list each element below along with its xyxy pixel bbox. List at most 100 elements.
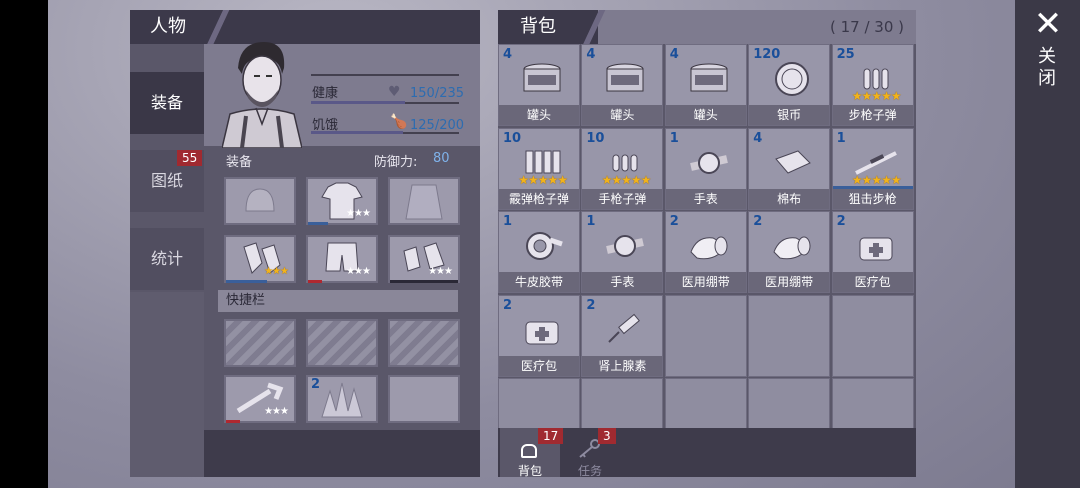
item-quantity: 120 — [753, 47, 781, 62]
item-quantity: 4 — [753, 130, 763, 146]
item-name: 肾上腺素 — [582, 355, 663, 376]
inventory-slot[interactable]: 2 医用绷带 — [664, 211, 747, 293]
watch-icon — [603, 228, 645, 264]
item-name: 罐头 — [665, 105, 746, 125]
coin-icon — [770, 61, 810, 97]
inventory-slot[interactable]: 120 银币 — [748, 44, 831, 126]
rating-stars: ★★★★★ — [851, 172, 902, 187]
health-bar — [311, 101, 405, 104]
item-quantity: 10 — [586, 130, 605, 146]
inventory-slot[interactable]: 2 医疗包 — [498, 294, 580, 377]
item-quantity: 2 — [669, 214, 679, 229]
inventory-slot[interactable]: 4 罐头 — [664, 44, 747, 126]
quickbar-header: 快捷栏 — [218, 290, 458, 312]
stat-separator — [311, 74, 459, 76]
quickbar-slot-empty[interactable] — [388, 375, 460, 423]
item-name: 手表 — [665, 188, 746, 209]
tab-quests-label: 任务 — [577, 464, 602, 478]
rating-stars: ★★★ — [264, 406, 289, 417]
rating-stars: ★★★★★ — [601, 172, 652, 187]
equip-slot-hands[interactable]: ★★★ — [224, 235, 296, 283]
inventory-slot[interactable]: 2 医用绷带 — [748, 211, 831, 293]
backpack-grid: 4 罐头 4 罐头 4 罐头 120 银币 25 ★★★★★ 步枪子弹 10 ★★★★★ 霰弹枪子弹 10 ★… — [498, 44, 916, 460]
medkit-icon — [854, 228, 894, 264]
rating-stars: ★★★★★ — [851, 89, 902, 103]
equipment-label: 装备 — [226, 155, 253, 170]
durability-bar — [390, 280, 458, 283]
item-name: 步枪子弹 — [832, 105, 913, 125]
item-name: 医疗包 — [832, 272, 913, 292]
syringe-icon — [603, 312, 643, 348]
item-name: 银币 — [749, 105, 830, 125]
hunger-value: 125/200 — [410, 118, 465, 133]
item-name: 霰弹枪子弹 — [499, 188, 579, 209]
quickbar-slot-bush[interactable]: 2 — [306, 375, 378, 423]
rating-stars: ★★★★★ — [518, 172, 568, 187]
side-tab-filler — [130, 292, 204, 477]
item-quantity: 4 — [586, 47, 596, 62]
tab-equipment[interactable]: 装备 — [130, 72, 204, 134]
durability-bar — [226, 280, 267, 283]
item-quantity: 2 — [753, 214, 763, 229]
item-quantity: 2 — [503, 297, 513, 313]
rating-stars: ★★★ — [346, 208, 371, 219]
rating-stars: ★★★ — [346, 266, 371, 277]
inventory-slot[interactable]: 2 医疗包 — [831, 211, 914, 293]
item-quantity: 2 — [311, 377, 321, 392]
equip-slot-head[interactable] — [224, 177, 296, 225]
inventory-slot[interactable]: 4 罐头 — [581, 44, 664, 126]
durability-bar — [308, 222, 329, 225]
coat-icon — [405, 184, 443, 220]
bandage-icon — [687, 228, 728, 264]
item-quantity: 2 — [586, 297, 596, 313]
inventory-slot[interactable]: 10 ★★★★★ 手枪子弹 — [581, 127, 664, 210]
medkit-icon — [520, 312, 560, 348]
equip-slot-legs[interactable]: ★★★ — [306, 235, 378, 283]
can-icon — [603, 61, 644, 97]
tab-statistics[interactable]: 统计 — [130, 228, 204, 290]
quickbar-slot-locked — [224, 319, 296, 367]
durability-bar — [308, 280, 322, 283]
item-quantity: 2 — [836, 214, 846, 229]
equip-slot-body[interactable]: ★★★ — [306, 177, 378, 225]
equip-slot-feet[interactable]: ★★★ — [388, 235, 460, 283]
quickbar-slot-wrench[interactable]: ★★★ — [224, 375, 296, 423]
inventory-slot[interactable]: 1 手表 — [581, 211, 664, 293]
item-quantity: 1 — [836, 130, 846, 146]
item-name: 狙击步枪 — [832, 188, 913, 209]
character-footer — [204, 430, 480, 477]
item-name: 医用绷带 — [665, 272, 746, 292]
inventory-slot[interactable]: 1 牛皮胶带 — [498, 211, 580, 293]
close-icon[interactable]: ✕ — [1032, 7, 1064, 41]
inventory-slot-empty[interactable] — [748, 294, 831, 377]
inventory-slot[interactable]: 25 ★★★★★ 步枪子弹 — [831, 44, 914, 126]
quickbar-slot-locked — [306, 319, 378, 367]
equip-slot-outer[interactable] — [388, 177, 460, 225]
header-accent — [580, 10, 606, 44]
close-label[interactable]: 关闭 — [1035, 46, 1059, 90]
inventory-slot[interactable]: 1 ★★★★★ 狙击步枪 — [831, 127, 914, 210]
defense-value: 80 — [433, 151, 450, 166]
inventory-slot[interactable]: 2 肾上腺素 — [581, 294, 664, 377]
inventory-slot[interactable]: 10 ★★★★★ 霰弹枪子弹 — [498, 127, 580, 210]
cloth-icon — [770, 145, 812, 181]
item-name: 罐头 — [499, 105, 579, 125]
heart-icon: ♥ — [388, 84, 401, 100]
duct-tape-icon — [520, 228, 563, 264]
item-name: 手枪子弹 — [582, 188, 663, 209]
character-header: 人物 — [130, 10, 480, 44]
inventory-slot-empty[interactable] — [664, 294, 747, 377]
watch-icon — [687, 145, 728, 181]
inventory-slot[interactable]: 4 罐头 — [498, 44, 580, 126]
inventory-slot[interactable]: 1 手表 — [664, 127, 747, 210]
item-name: 牛皮胶带 — [499, 272, 579, 292]
inventory-slot-empty[interactable] — [831, 294, 914, 377]
backpack-count: ( 17 / 30 ) — [830, 18, 905, 36]
quests-badge: 3 — [598, 428, 616, 444]
rating-stars: ★★★ — [264, 266, 289, 277]
item-name: 棉布 — [749, 188, 830, 209]
inventory-slot[interactable]: 4 棉布 — [748, 127, 831, 210]
character-title: 人物 — [150, 16, 186, 37]
rating-stars: ★★★ — [428, 266, 453, 277]
item-quantity: 1 — [669, 130, 679, 146]
